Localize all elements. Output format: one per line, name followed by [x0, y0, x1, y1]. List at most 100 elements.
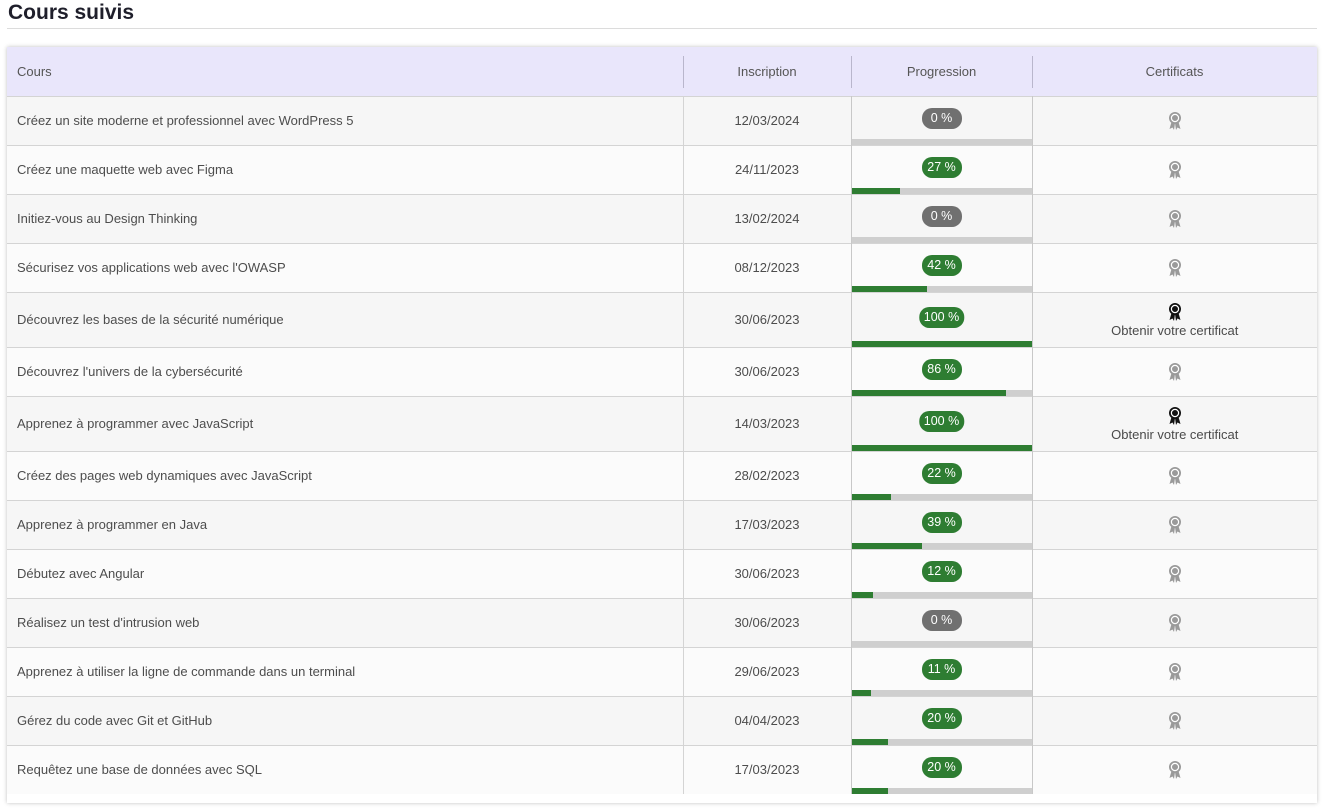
- course-title[interactable]: Débutez avec Angular: [7, 549, 683, 598]
- certificate-cell: [1032, 598, 1317, 647]
- progress-badge: 86 %: [921, 358, 962, 380]
- table-row[interactable]: Découvrez l'univers de la cybersécurité 3…: [7, 347, 1317, 396]
- progress-bar-fill: [851, 187, 901, 194]
- table-row[interactable]: Découvrez les bases de la sécurité numér…: [7, 292, 1317, 347]
- enrollment-date: 17/03/2023: [682, 500, 851, 549]
- certificate-cell: [1032, 96, 1317, 145]
- course-title[interactable]: Requêtez une base de données avec SQL: [7, 745, 683, 794]
- table-row[interactable]: Gérez du code avec Git et GitHub 04/04/20…: [7, 696, 1317, 745]
- progress-cell: 27 %: [850, 145, 1033, 194]
- table-row[interactable]: Créez un site moderne et professionnel a…: [7, 96, 1317, 145]
- column-header-progress[interactable]: Progression: [851, 47, 1032, 96]
- progress-badge: 0 %: [921, 205, 962, 227]
- table-row[interactable]: Débutez avec Angular 30/06/2023 12 %: [7, 549, 1317, 598]
- progress-bar: [851, 689, 1032, 696]
- certificate-cell: [1032, 745, 1317, 794]
- course-title[interactable]: Créez une maquette web avec Figma: [7, 145, 683, 194]
- certificate-cell: [1032, 347, 1317, 396]
- table-header-row: Cours Inscription Progression Certificat…: [7, 47, 1317, 96]
- table-row[interactable]: Apprenez à programmer avec JavaScript 14/…: [7, 396, 1317, 451]
- progress-bar: [851, 640, 1032, 647]
- progress-bar-fill: [851, 591, 874, 598]
- progress-bar: [851, 444, 1032, 451]
- enrollment-date: 17/03/2023: [682, 745, 851, 794]
- progress-badge: 12 %: [921, 560, 962, 582]
- progress-cell: 100 %: [850, 292, 1033, 347]
- progress-cell: 39 %: [850, 500, 1033, 549]
- progress-cell: 22 %: [850, 451, 1033, 500]
- table-row[interactable]: Réalisez un test d'intrusion web 30/06/20…: [7, 598, 1317, 647]
- course-title[interactable]: Découvrez l'univers de la cybersécurité: [7, 347, 683, 396]
- table-row[interactable]: Apprenez à programmer en Java 17/03/2023 3…: [7, 500, 1317, 549]
- progress-cell: 86 %: [850, 347, 1033, 396]
- table-row[interactable]: Créez une maquette web avec Figma 24/11/2…: [7, 145, 1317, 194]
- enrollment-date: 29/06/2023: [682, 647, 851, 696]
- enrollment-date: 04/04/2023: [682, 696, 851, 745]
- certificate-cell: [1032, 145, 1317, 194]
- certificate-cell[interactable]: Obtenir votre certificat: [1032, 292, 1317, 347]
- progress-bar: [851, 340, 1032, 347]
- progress-badge: 39 %: [921, 511, 962, 533]
- table-row[interactable]: Initiez-vous au Design Thinking 13/02/202…: [7, 194, 1317, 243]
- course-title[interactable]: Gérez du code avec Git et GitHub: [7, 696, 683, 745]
- progress-bar: [851, 389, 1032, 396]
- get-certificate-link[interactable]: Obtenir votre certificat: [1033, 323, 1318, 338]
- certificate-earned-icon[interactable]: [1168, 406, 1182, 426]
- progress-bar-fill: [851, 444, 1032, 451]
- enrollment-date: 30/06/2023: [682, 598, 851, 647]
- column-header-course[interactable]: Cours: [7, 47, 683, 96]
- course-title[interactable]: Sécurisez vos applications web avec l'OW…: [7, 243, 683, 292]
- progress-bar-fill: [851, 493, 892, 500]
- certificate-cell: [1032, 647, 1317, 696]
- certificate-locked-icon: [1168, 564, 1181, 583]
- progress-badge: 0 %: [921, 609, 962, 631]
- enrollment-date: 08/12/2023: [682, 243, 851, 292]
- progress-bar: [851, 138, 1032, 145]
- progress-bar-fill: [851, 285, 928, 292]
- progress-cell: 12 %: [850, 549, 1033, 598]
- progress-bar: [851, 788, 1032, 794]
- table-row[interactable]: Sécurisez vos applications web avec l'OW…: [7, 243, 1317, 292]
- certificate-locked-icon: [1168, 209, 1181, 228]
- progress-badge: 0 %: [921, 107, 962, 129]
- certificate-cell[interactable]: Obtenir votre certificat: [1032, 396, 1317, 451]
- course-title[interactable]: Apprenez à programmer avec JavaScript: [7, 396, 683, 451]
- progress-cell: 42 %: [850, 243, 1033, 292]
- column-header-date[interactable]: Inscription: [683, 47, 851, 96]
- certificate-locked-icon: [1168, 515, 1181, 534]
- certificate-cell: [1032, 451, 1317, 500]
- course-title[interactable]: Créez des pages web dynamiques avec Java…: [7, 451, 683, 500]
- course-title[interactable]: Réalisez un test d'intrusion web: [7, 598, 683, 647]
- table-row[interactable]: Requêtez une base de données avec SQL 17/…: [7, 745, 1317, 794]
- course-title[interactable]: Initiez-vous au Design Thinking: [7, 194, 683, 243]
- progress-badge: 100 %: [918, 410, 965, 432]
- progress-bar: [851, 285, 1032, 292]
- progress-badge: 27 %: [921, 156, 962, 178]
- table-row[interactable]: Apprenez à utiliser la ligne de commande…: [7, 647, 1317, 696]
- progress-bar-fill: [851, 340, 1032, 347]
- certificate-locked-icon: [1168, 613, 1181, 632]
- course-title[interactable]: Apprenez à utiliser la ligne de commande…: [7, 647, 683, 696]
- certificate-cell: [1032, 696, 1317, 745]
- certificate-cell: [1032, 500, 1317, 549]
- certificate-locked-icon: [1168, 711, 1181, 730]
- enrollment-date: 13/02/2024: [682, 194, 851, 243]
- certificate-cell: [1032, 194, 1317, 243]
- course-title[interactable]: Apprenez à programmer en Java: [7, 500, 683, 549]
- progress-badge: 20 %: [921, 756, 962, 778]
- progress-badge: 20 %: [921, 707, 962, 729]
- certificate-locked-icon: [1168, 362, 1181, 381]
- progress-badge: 42 %: [921, 254, 962, 276]
- page-title: Cours suivis: [8, 1, 135, 24]
- course-title[interactable]: Créez un site moderne et professionnel a…: [7, 96, 683, 145]
- certificate-earned-icon[interactable]: [1168, 302, 1182, 322]
- certificate-locked-icon: [1168, 160, 1181, 179]
- get-certificate-link[interactable]: Obtenir votre certificat: [1033, 427, 1318, 442]
- course-title[interactable]: Découvrez les bases de la sécurité numér…: [7, 292, 683, 347]
- progress-cell: 20 %: [850, 696, 1033, 745]
- column-header-certificates[interactable]: Certificats: [1032, 47, 1317, 96]
- enrollment-date: 30/06/2023: [682, 549, 851, 598]
- table-row[interactable]: Créez des pages web dynamiques avec Java…: [7, 451, 1317, 500]
- progress-bar-fill: [851, 788, 888, 794]
- column-header-certificates-label: Certificats: [1145, 63, 1204, 79]
